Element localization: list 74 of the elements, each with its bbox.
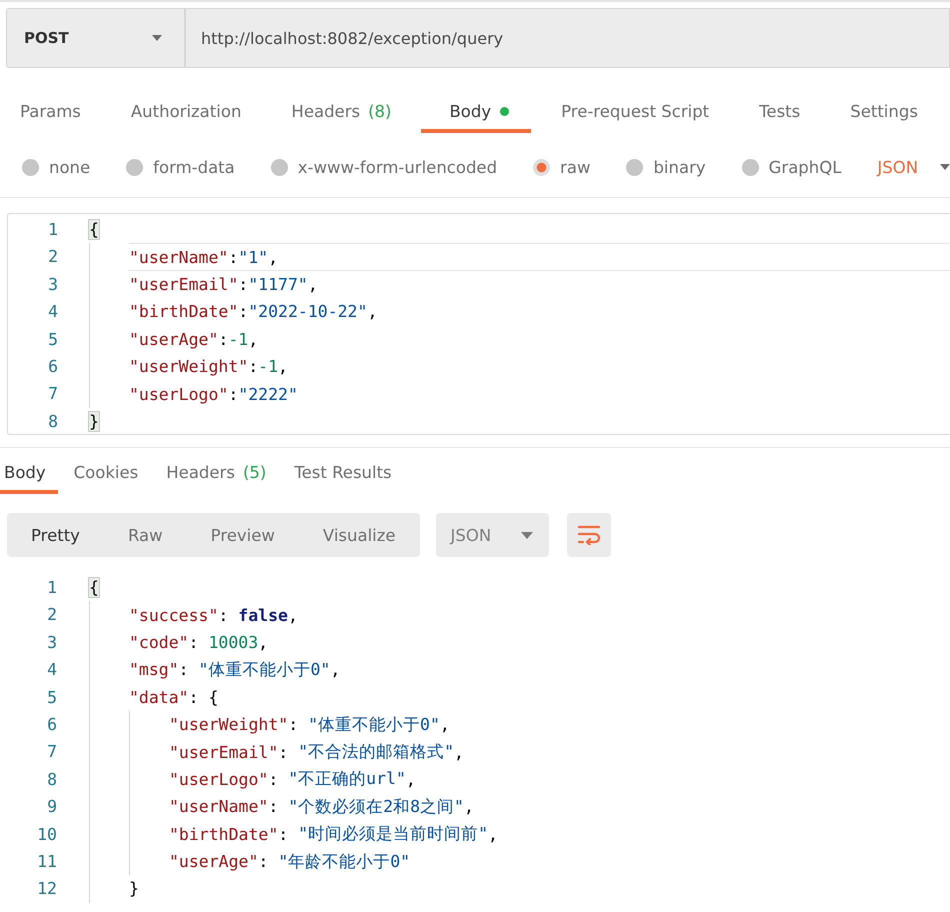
code-line: "birthDate":"2022-10-22",: [129, 301, 378, 324]
wrap-lines-button[interactable]: [566, 513, 611, 557]
code-line: "userName": "个数必须在2和8之间",: [169, 796, 474, 818]
url-field[interactable]: http://localhost:8082/exception/query: [185, 8, 950, 68]
code-line: "userEmail":"1177",: [129, 274, 318, 296]
radio-button[interactable]: [742, 158, 759, 176]
response-tab[interactable]: Cookies: [62, 454, 150, 494]
code-line: "userLogo":"2222": [129, 384, 298, 406]
code-line: }: [129, 878, 139, 900]
view-mode-tab[interactable]: Raw: [104, 513, 187, 557]
line-number: 11: [36, 852, 57, 872]
line-number: 3: [46, 632, 57, 652]
request-tab[interactable]: Pre-request Script: [541, 89, 730, 133]
line-number: 2: [47, 247, 58, 268]
code-line: "userLogo": "不正确的url",: [169, 768, 416, 791]
radio-label[interactable]: form-data: [153, 158, 235, 176]
line-number: 8: [47, 411, 58, 432]
line-number: 1: [47, 220, 58, 240]
line-number: 5: [46, 687, 57, 708]
line-number: 6: [47, 356, 58, 377]
code-line: "userName":"1",: [129, 243, 950, 271]
radio-label[interactable]: none: [49, 158, 90, 176]
line-number: 2: [46, 605, 57, 626]
caret-icon: [520, 532, 533, 538]
radio-button[interactable]: [22, 158, 39, 176]
request-tab[interactable]: Headers (8): [271, 89, 412, 133]
request-body-editor[interactable]: 1 { 2 "userName":"1", 3 "userEmail":"1177", 4 "birthDate":"2022-10-22", 5 "userAge":-1, 6 "userWeight":-1, 7 "userLogo":"2222" 8 }: [7, 213, 950, 435]
view-mode-tab[interactable]: Preview: [186, 513, 299, 557]
response-tab[interactable]: Body: [0, 454, 58, 494]
line-number: 10: [36, 824, 57, 844]
code-line: "birthDate": "时间必须是当前时间前",: [169, 823, 498, 846]
request-tab[interactable]: Params: [0, 89, 101, 133]
line-number: 8: [46, 769, 57, 790]
view-mode-tab[interactable]: Pretty: [7, 513, 104, 557]
line-number: 3: [47, 274, 58, 294]
line-number: 12: [36, 878, 57, 899]
format-dropdown[interactable]: JSON: [877, 158, 950, 176]
radio-button[interactable]: [626, 158, 644, 176]
radio-label[interactable]: GraphQL: [768, 158, 842, 176]
radio-label[interactable]: x-www-form-urlencoded: [298, 158, 498, 176]
request-tab[interactable]: Settings: [830, 89, 938, 133]
response-tab[interactable]: Test Results: [282, 454, 404, 494]
line-number: 5: [47, 329, 58, 350]
code-line: "userAge":-1,: [129, 328, 258, 351]
line-number: 4: [46, 660, 57, 680]
request-tab[interactable]: Body: [421, 89, 532, 133]
format-dropdown[interactable]: JSON: [436, 513, 549, 557]
radio-button[interactable]: [270, 158, 288, 176]
line-number: 4: [47, 302, 58, 322]
radio-button[interactable]: [126, 158, 144, 176]
request-tab[interactable]: Authorization: [110, 89, 262, 133]
code-line: "msg": "体重不能小于0",: [129, 658, 340, 682]
radio-button[interactable]: [533, 158, 550, 176]
line-number: 7: [47, 384, 58, 404]
code-line: "userWeight": "体重不能小于0",: [169, 714, 450, 736]
caret-icon: [940, 164, 950, 170]
code-line: "code": 10003,: [129, 632, 268, 654]
request-tab[interactable]: Tests: [739, 89, 820, 133]
code-line: "userWeight":-1,: [129, 356, 288, 378]
code-line: "data": {: [129, 686, 218, 709]
radio-label[interactable]: raw: [560, 158, 590, 176]
line-number: 6: [46, 714, 57, 735]
line-number: 9: [46, 796, 57, 817]
method-dropdown[interactable]: POST: [6, 8, 185, 68]
code-line: "userAge": "年龄不能小于0": [169, 850, 410, 874]
line-number: 1: [46, 578, 57, 598]
radio-label[interactable]: binary: [653, 158, 706, 176]
code-line: "success": false,: [129, 604, 298, 627]
code-line: "userEmail": "不合法的邮箱格式",: [169, 741, 464, 764]
response-tab[interactable]: Headers (5): [154, 454, 278, 494]
wrap-lines-icon: [576, 525, 601, 545]
view-mode-tab[interactable]: Visualize: [298, 513, 420, 557]
caret-icon: [152, 35, 162, 41]
line-number: 7: [46, 742, 57, 762]
